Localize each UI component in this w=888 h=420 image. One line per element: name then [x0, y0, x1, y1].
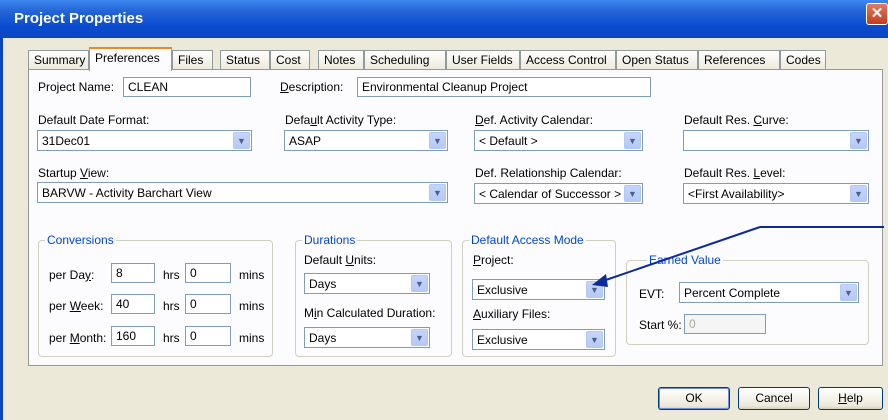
- chevron-down-icon[interactable]: ▼: [840, 284, 857, 301]
- per-month-mins-field[interactable]: 0: [185, 326, 231, 346]
- window-body: Summary Preferences Files Status Cost No…: [0, 38, 888, 420]
- per-month-hrs-field[interactable]: 160: [111, 326, 155, 346]
- tab-summary[interactable]: Summary: [28, 50, 89, 70]
- tab-access-control[interactable]: Access Control: [520, 50, 616, 70]
- mins-label: mins: [239, 268, 265, 282]
- res-level-select[interactable]: <First Availability> ▼: [683, 183, 869, 204]
- activity-calendar-label: Def. Activity Calendar:: [475, 113, 594, 127]
- project-access-label: Project:: [473, 253, 514, 267]
- chevron-down-icon[interactable]: ▼: [624, 185, 641, 202]
- tab-cost[interactable]: Cost: [270, 50, 310, 70]
- start-percent-label: Start %:: [639, 318, 682, 332]
- project-access-select[interactable]: Exclusive ▼: [472, 279, 605, 300]
- evt-select[interactable]: Percent Complete ▼: [679, 282, 859, 303]
- default-units-label: Default Units:: [304, 253, 377, 267]
- activity-calendar-select[interactable]: < Default > ▼: [474, 130, 643, 151]
- startup-view-label: Startup View:: [38, 166, 110, 180]
- startup-view-select[interactable]: BARVW - Activity Barchart View ▼: [37, 182, 448, 203]
- preferences-panel: Project Name: CLEAN Description: Environ…: [28, 69, 883, 366]
- per-month-label: per Month:: [49, 331, 107, 345]
- durations-title: Durations: [302, 233, 358, 247]
- chevron-down-icon[interactable]: ▼: [429, 132, 446, 149]
- earned-value-group: Earned Value EVT: Percent Complete ▼ Star…: [626, 253, 869, 345]
- description-label: Description:: [280, 80, 344, 94]
- durations-group: Durations Default Units: Days ▼ Min Calcu…: [295, 233, 452, 357]
- close-icon: ✕: [870, 5, 884, 22]
- tab-preferences[interactable]: Preferences: [89, 47, 172, 71]
- conversions-group: Conversions per Day: 8 hrs 0 mins per We…: [38, 233, 273, 357]
- chevron-down-icon[interactable]: ▼: [429, 184, 446, 201]
- date-format-label: Default Date Format:: [38, 113, 150, 127]
- chevron-down-icon[interactable]: ▼: [624, 132, 641, 149]
- tab-codes[interactable]: Codes: [780, 50, 826, 70]
- help-button[interactable]: Help: [818, 387, 883, 410]
- tab-files[interactable]: Files: [172, 50, 213, 70]
- date-format-select[interactable]: 31Dec01 ▼: [37, 130, 252, 151]
- project-name-field[interactable]: CLEAN: [123, 77, 251, 97]
- cancel-button[interactable]: Cancel: [738, 387, 810, 410]
- tab-open-status[interactable]: Open Status: [616, 50, 698, 70]
- mins-label: mins: [239, 299, 265, 313]
- aux-files-select[interactable]: Exclusive ▼: [472, 329, 605, 350]
- per-week-hrs-field[interactable]: 40: [111, 294, 155, 314]
- ok-button[interactable]: OK: [658, 387, 730, 410]
- window-title: Project Properties: [14, 10, 144, 27]
- activity-type-label: Default Activity Type:: [285, 113, 397, 127]
- project-name-label: Project Name:: [38, 80, 115, 94]
- default-units-select[interactable]: Days ▼: [304, 273, 430, 294]
- res-level-label: Default Res. Level:: [684, 166, 786, 180]
- min-duration-select[interactable]: Days ▼: [304, 327, 430, 348]
- relationship-calendar-select[interactable]: < Calendar of Successor > ▼: [474, 183, 643, 204]
- close-button[interactable]: ✕: [866, 3, 888, 25]
- tab-scheduling[interactable]: Scheduling: [364, 50, 446, 70]
- tab-notes[interactable]: Notes: [318, 50, 364, 70]
- access-mode-title: Default Access Mode: [469, 233, 586, 247]
- hrs-label: hrs: [163, 331, 180, 345]
- tab-status[interactable]: Status: [220, 50, 270, 70]
- res-curve-select[interactable]: ▼: [683, 130, 869, 151]
- conversions-title: Conversions: [45, 233, 116, 247]
- mins-label: mins: [239, 331, 265, 345]
- relationship-calendar-label: Def. Relationship Calendar:: [475, 166, 622, 180]
- earned-value-title: Earned Value: [647, 253, 723, 267]
- res-curve-label: Default Res. Curve:: [684, 113, 789, 127]
- description-field[interactable]: Environmental Cleanup Project: [357, 77, 651, 97]
- access-mode-group: Default Access Mode Project: Exclusive ▼ …: [462, 233, 616, 357]
- per-week-mins-field[interactable]: 0: [185, 294, 231, 314]
- per-week-label: per Week:: [49, 299, 104, 313]
- chevron-down-icon[interactable]: ▼: [411, 275, 428, 292]
- chevron-down-icon[interactable]: ▼: [586, 331, 603, 348]
- min-duration-label: Min Calculated Duration:: [304, 306, 436, 320]
- per-day-label: per Day:: [49, 268, 95, 282]
- hrs-label: hrs: [163, 268, 180, 282]
- chevron-down-icon[interactable]: ▼: [233, 132, 250, 149]
- per-day-mins-field[interactable]: 0: [185, 263, 231, 283]
- tab-references[interactable]: References: [698, 50, 780, 70]
- activity-type-select[interactable]: ASAP ▼: [284, 130, 448, 151]
- evt-label: EVT:: [639, 287, 665, 301]
- chevron-down-icon[interactable]: ▼: [850, 132, 867, 149]
- per-day-hrs-field[interactable]: 8: [111, 263, 155, 283]
- chevron-down-icon[interactable]: ▼: [586, 281, 603, 298]
- tab-user-fields[interactable]: User Fields: [446, 50, 520, 70]
- chevron-down-icon[interactable]: ▼: [850, 185, 867, 202]
- hrs-label: hrs: [163, 299, 180, 313]
- chevron-down-icon[interactable]: ▼: [411, 329, 428, 346]
- title-bar: Project Properties ✕: [0, 0, 888, 38]
- aux-files-label: Auxiliary Files:: [473, 307, 551, 321]
- start-percent-field: 0: [684, 314, 766, 334]
